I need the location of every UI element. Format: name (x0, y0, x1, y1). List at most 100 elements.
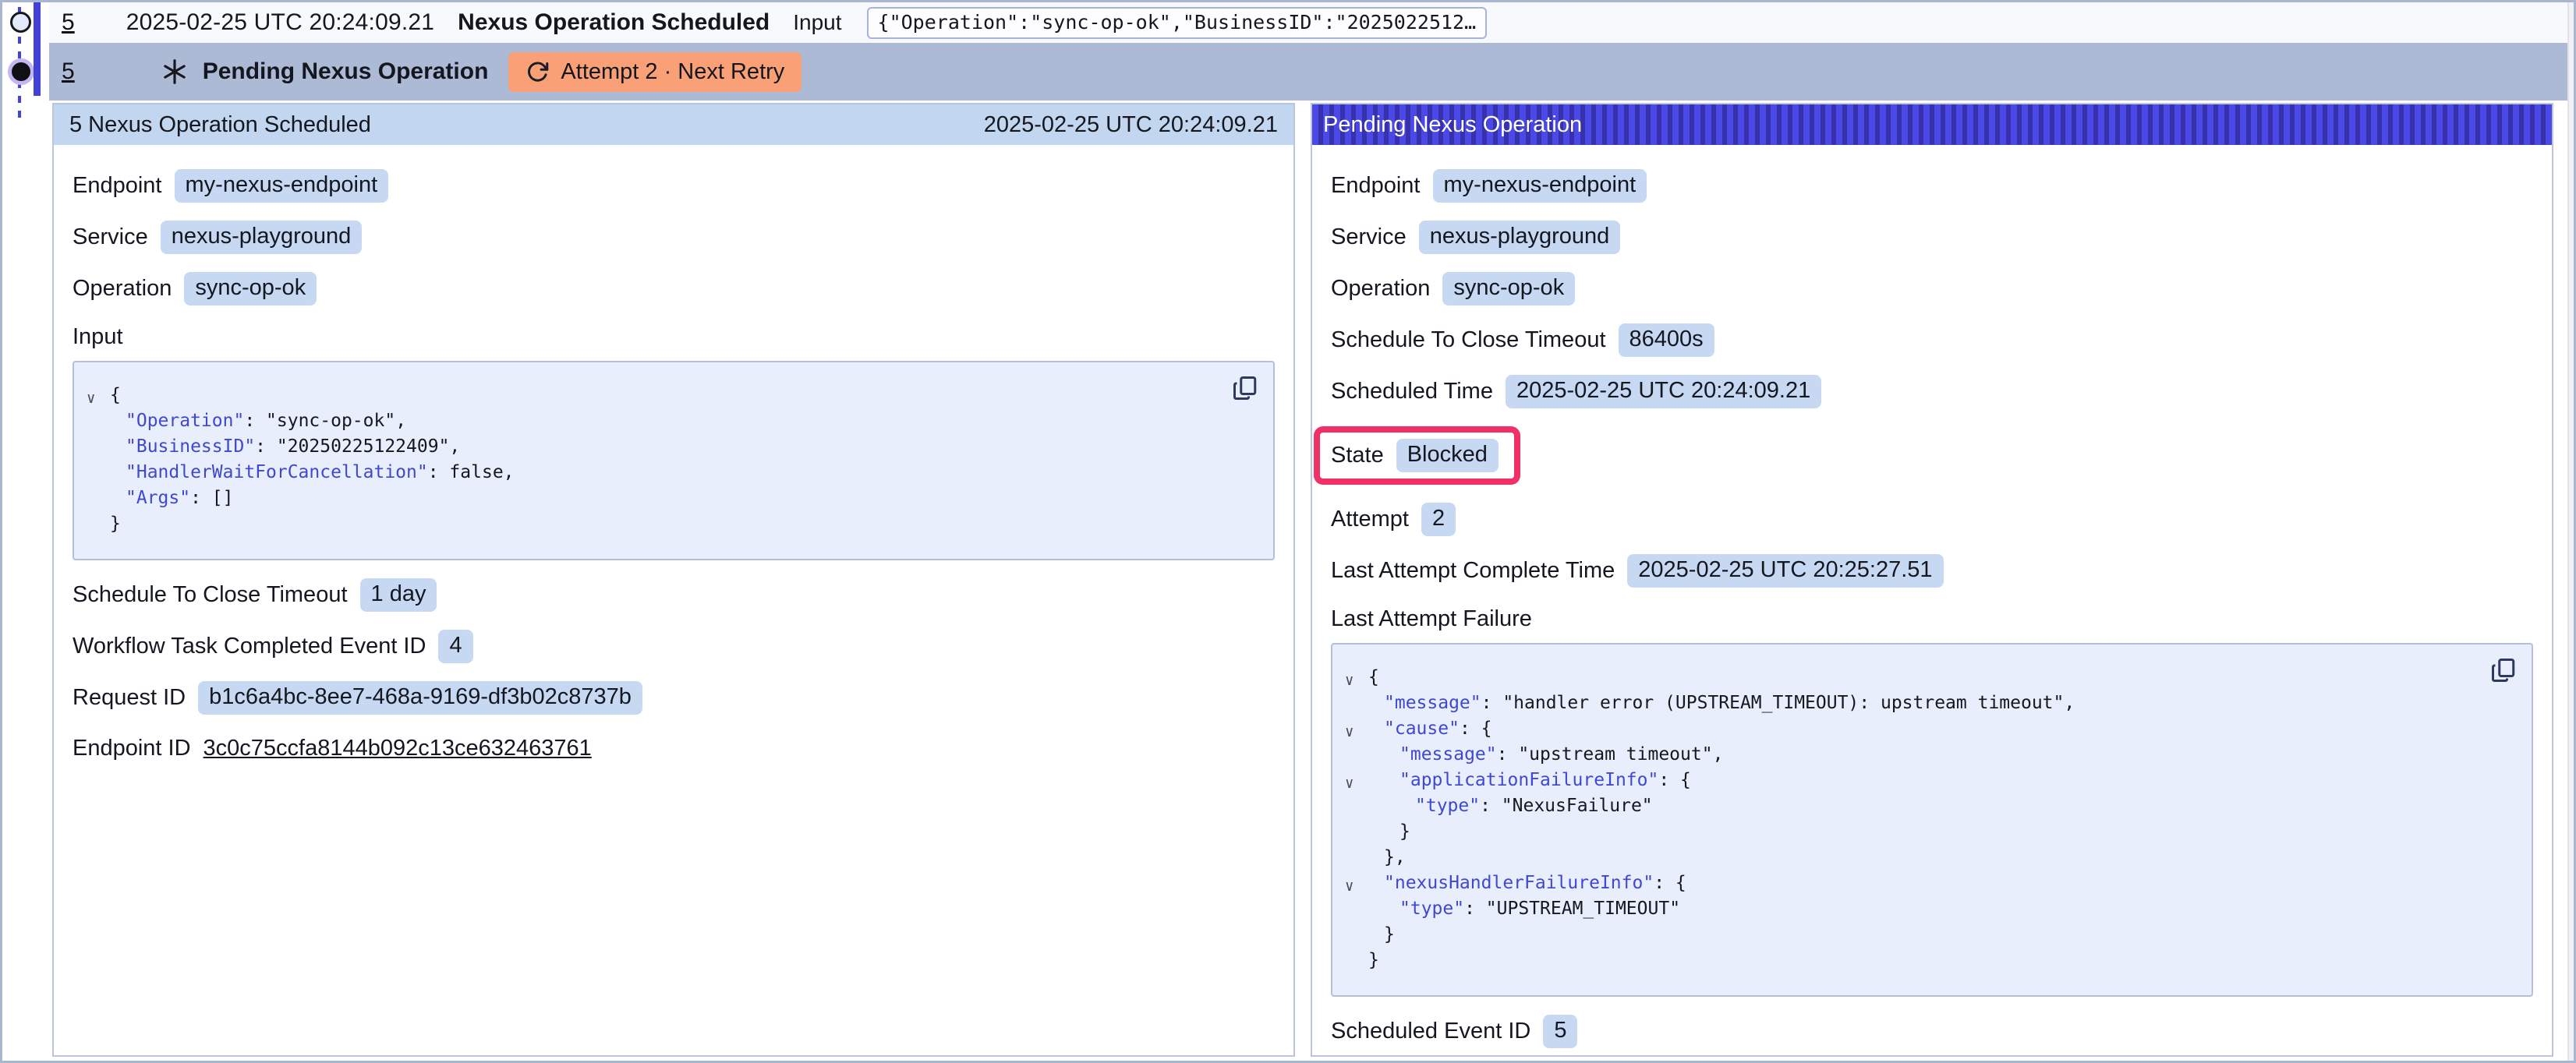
field-value: sync-op-ok (1442, 272, 1575, 305)
field-operation: Operation sync-op-ok (1331, 272, 2533, 305)
gutter-spacer (1345, 848, 1368, 874)
json-line: } (1345, 922, 2482, 948)
field-value: 86400s (1619, 323, 1714, 357)
scheduled-event-panel: 5 Nexus Operation Scheduled 2025-02-25 U… (52, 103, 1295, 1057)
gutter-spacer (87, 411, 110, 437)
json-content: ∨{"Operation": "sync-op-ok","BusinessID"… (87, 383, 1223, 537)
field-label: Service (1331, 224, 1407, 250)
json-line: "message": "upstream timeout", (1345, 742, 2482, 768)
json-line-text: "BusinessID": "20250225122409", (110, 434, 460, 460)
pending-title: Pending Nexus Operation (203, 58, 489, 85)
gutter-spacer (1345, 745, 1368, 771)
field-state: State Blocked (1331, 426, 2533, 485)
field-value: my-nexus-endpoint (1433, 169, 1647, 203)
json-line: "Operation": "sync-op-ok", (87, 408, 1223, 434)
panel-title: 5 Nexus Operation Scheduled (69, 112, 371, 138)
event-timeline (2, 2, 49, 135)
field-schedule-to-close: Schedule To Close Timeout 1 day (73, 578, 1275, 612)
json-line: } (87, 511, 1223, 537)
event-rows: 5 2025-02-25 UTC 20:24:09.21 Nexus Opera… (49, 2, 2573, 1063)
json-line-text: "Operation": "sync-op-ok", (110, 408, 406, 434)
json-line: "type": "UPSTREAM_TIMEOUT" (1345, 896, 2482, 922)
field-last-attempt-complete-time: Last Attempt Complete Time 2025-02-25 UT… (1331, 554, 2533, 588)
panel-title: Pending Nexus Operation (1323, 112, 1582, 138)
field-label: Operation (73, 276, 172, 302)
json-line-text: "type": "NexusFailure" (1368, 793, 1653, 819)
json-line: ∨"applicationFailureInfo": { (1345, 768, 2482, 793)
failure-json-viewer: ∨{"message": "handler error (UPSTREAM_TI… (1331, 643, 2533, 997)
field-value: 5 (1543, 1015, 1577, 1048)
state-badge: Blocked (1396, 439, 1499, 472)
input-preview-chip[interactable]: {"Operation":"sync-op-ok","BusinessID":"… (867, 7, 1488, 39)
field-value: 1 day (360, 578, 437, 612)
failure-section-label: Last Attempt Failure (1331, 606, 2533, 632)
json-line-text: { (110, 383, 121, 408)
field-label: State (1331, 443, 1384, 468)
event-id-link[interactable]: 5 (62, 9, 75, 36)
json-line-text: "applicationFailureInfo": { (1368, 768, 1691, 793)
json-line-text: "nexusHandlerFailureInfo": { (1368, 871, 1686, 896)
field-operation: Operation sync-op-ok (73, 272, 1275, 305)
input-label: Input (793, 10, 841, 35)
json-line-text: } (1368, 948, 1379, 973)
field-label: Last Attempt Complete Time (1331, 558, 1615, 584)
copy-icon[interactable] (1231, 373, 1261, 403)
collapse-chevron-icon[interactable]: ∨ (87, 386, 110, 411)
event-marker-open-icon (10, 12, 31, 33)
field-label: Endpoint ID (73, 736, 191, 761)
panel-timestamp: 2025-02-25 UTC 20:24:09.21 (984, 112, 1278, 138)
input-json-viewer: ∨{"Operation": "sync-op-ok","BusinessID"… (73, 361, 1275, 560)
gutter-spacer (87, 514, 110, 540)
json-line-text: "message": "handler error (UPSTREAM_TIME… (1368, 690, 2075, 716)
collapse-chevron-icon[interactable]: ∨ (1345, 719, 1368, 745)
detail-panels: 5 Nexus Operation Scheduled 2025-02-25 U… (49, 101, 2573, 1063)
copy-icon[interactable] (2489, 655, 2519, 685)
field-value: nexus-playground (161, 221, 363, 254)
gutter-spacer (87, 437, 110, 463)
retry-badge: Attempt 2 · Next Retry (508, 52, 801, 92)
event-row-scheduled[interactable]: 5 2025-02-25 UTC 20:24:09.21 Nexus Opera… (49, 2, 2573, 43)
field-value: 2025-02-25 UTC 20:25:27.51 (1627, 554, 1943, 588)
json-line-text: "cause": { (1368, 716, 1491, 742)
pending-panel-header: Pending Nexus Operation (1312, 104, 2552, 145)
history-event-detail-view: 5 2025-02-25 UTC 20:24:09.21 Nexus Opera… (0, 0, 2576, 1063)
field-label: Endpoint (73, 173, 162, 199)
collapse-chevron-icon[interactable]: ∨ (1345, 874, 1368, 899)
field-value: 2025-02-25 UTC 20:24:09.21 (1506, 375, 1821, 408)
gutter-spacer (87, 463, 110, 489)
collapse-chevron-icon[interactable]: ∨ (1345, 668, 1368, 694)
event-timestamp: 2025-02-25 UTC 20:24:09.21 (126, 9, 434, 36)
json-line-text: { (1368, 665, 1379, 690)
json-line-text: "Args": [] (110, 486, 233, 511)
field-endpoint: Endpoint my-nexus-endpoint (73, 169, 1275, 203)
field-service: Service nexus-playground (1331, 221, 2533, 254)
json-line: "Args": [] (87, 486, 1223, 511)
field-label: Schedule To Close Timeout (1331, 327, 1606, 353)
json-line-text: "type": "UPSTREAM_TIMEOUT" (1368, 896, 1680, 922)
field-attempt: Attempt 2 (1331, 503, 2533, 536)
field-workflow-task-completed-event-id: Workflow Task Completed Event ID 4 (73, 630, 1275, 663)
field-request-id: Request ID b1c6a4bc-8ee7-468a-9169-df3b0… (73, 681, 1275, 715)
event-title: Nexus Operation Scheduled (458, 9, 770, 36)
json-line: "type": "NexusFailure" (1345, 793, 2482, 819)
json-line: }, (1345, 845, 2482, 871)
field-label: Schedule To Close Timeout (73, 582, 348, 608)
pending-operation-row[interactable]: 5 Pending Nexus Operation Attempt 2 · Ne… (49, 43, 2573, 101)
endpoint-id-link[interactable]: 3c0c75ccfa8144b092c13ce632463761 (203, 736, 592, 761)
state-highlight-box: State Blocked (1314, 426, 1520, 485)
pending-event-id-link[interactable]: 5 (62, 58, 75, 85)
scrollbar[interactable] (2567, 2, 2574, 1061)
field-value: nexus-playground (1419, 221, 1621, 254)
active-event-group-indicator (34, 2, 41, 96)
field-label: Operation (1331, 276, 1430, 302)
field-value: 2 (1421, 503, 1456, 536)
json-line-text: "message": "upstream timeout", (1368, 742, 1723, 768)
gutter-spacer (1345, 925, 1368, 951)
field-value: b1c6a4bc-8ee7-468a-9169-df3b02c8737b (198, 681, 642, 715)
field-label: Endpoint (1331, 173, 1421, 199)
collapse-chevron-icon[interactable]: ∨ (1345, 771, 1368, 796)
field-label: Attempt (1331, 507, 1409, 532)
field-value: 4 (438, 630, 472, 663)
gutter-spacer (1345, 796, 1368, 822)
json-line: ∨"cause": { (1345, 716, 2482, 742)
